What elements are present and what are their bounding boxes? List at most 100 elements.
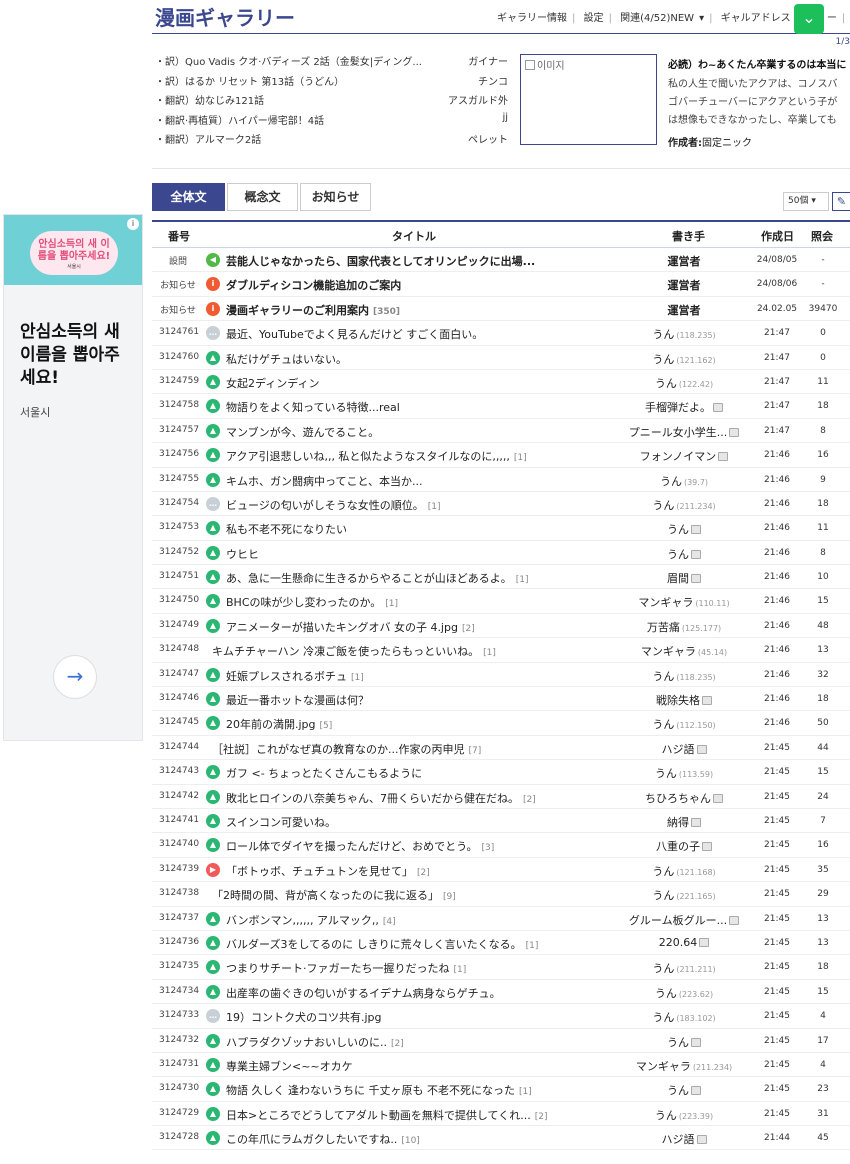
table-row[interactable]: 3124751 ▲ あ、急に一生懸命に生きるからやることが山ほどあるよ。 [1] 眉間 2… — [152, 565, 850, 590]
post-title-text[interactable]: 日本>ところでどうしてアダルト動画を無料で提供してくれ... — [226, 1109, 531, 1122]
post-title-text[interactable]: ガフ <- ちょっとたくさんこもるように — [226, 767, 422, 780]
post-writer[interactable]: うん (221.165) — [596, 887, 772, 903]
table-row[interactable]: 3124730 ▲ 物語 久しく 逢わないうちに 千丈ヶ原も 不老不死になった [1]… — [152, 1077, 850, 1102]
table-row[interactable]: 3124739 ▶ 「ボトゥボ、チュチュトンを見せて」 [2] うん (121.168) 2… — [152, 858, 850, 883]
post-writer[interactable]: グルーム板グルー... — [596, 912, 772, 928]
post-writer[interactable]: うん — [596, 1082, 772, 1098]
ad-title[interactable]: 안심소득의 새 이름을 뽑아주세요! — [20, 321, 132, 390]
recommended-author[interactable]: ガイナー — [468, 53, 508, 68]
writer-name[interactable]: うん — [655, 767, 677, 780]
post-writer[interactable]: マンギャラ (45.14) — [596, 643, 772, 659]
nav-more[interactable]: ー — [827, 13, 837, 24]
table-row[interactable]: 3124747 ▲ 妊娠プレスされるボチュ [1] うん (118.235) 21:46 32 — [152, 663, 850, 688]
table-row[interactable]: 3124754 … ビュージの匂いがしそうな女性の順位。 [1] うん (211.234)… — [152, 492, 850, 517]
post-title[interactable]: 「ボトゥボ、チュチュトンを見せて」 [2] — [226, 863, 430, 879]
table-row[interactable]: 3124744 ［社説］これがなぜ真の教育なのか...作家の丙申児 [7] ハジ語 21… — [152, 736, 850, 761]
writer-name[interactable]: グルーム板グルー... — [629, 914, 727, 927]
writer-name[interactable]: 220.64 — [659, 936, 698, 949]
recommended-item[interactable]: ・翻訳）幼なじみ121話 アスガルド外 — [155, 92, 510, 112]
nav-related[interactable]: 関連(4/52)NEW — [620, 13, 694, 24]
post-title-text[interactable]: バルダーズ3をしてるのに しきりに荒々しく言いたくなる。 — [226, 938, 522, 951]
table-row[interactable]: 3124733… 19）コントク犬のコツ共有.jpg うん (183.102) 21:4… — [152, 1004, 850, 1029]
tab-notice[interactable]: お知らせ — [300, 183, 371, 211]
post-writer[interactable]: うん (39.7) — [596, 473, 772, 489]
comment-count[interactable]: [1] — [514, 453, 527, 463]
writer-name[interactable]: ハジ語 — [662, 743, 695, 756]
post-title[interactable]: 物語りをよく知っている特徴...real — [226, 399, 400, 415]
post-title[interactable]: アクア引退悲しいね,,, 私と似たようなスタイルなのに,,,,, [1] — [226, 448, 527, 464]
post-title-text[interactable]: マンブンが今、遊んでること。 — [226, 426, 379, 439]
post-title-text[interactable]: ハプラダクゾッナおいしいのに.. — [226, 1036, 387, 1049]
post-title-text[interactable]: ロール体でダイヤを撮ったんだけど、おめでとう。 — [226, 840, 477, 853]
writer-name[interactable]: 運営者 — [668, 279, 701, 292]
table-row[interactable]: 3124743 ▲ ガフ <- ちょっとたくさんこもるように うん (113.59) 21… — [152, 760, 850, 785]
table-row[interactable]: 3124759 ▲ 女起2ディンディン うん (122.42) 21:47 11 — [152, 370, 850, 395]
post-title-text[interactable]: あ、急に一生懸命に生きるからやることが山ほどあるよ。 — [226, 572, 512, 585]
post-writer[interactable]: うん (223.62) — [596, 985, 772, 1001]
post-title[interactable]: 出産率の歯ぐきの匂いがするイデナム病身ならゲチュ。 — [226, 985, 501, 1001]
featured-title[interactable]: 必読）わ~あくたん卒業するのは本当に — [668, 56, 850, 71]
post-title-text[interactable]: 芸能人じゃなかったら、国家代表としてオリンピックに出場... — [226, 255, 535, 268]
post-title[interactable]: キムホ、ガン闘病中ってこと、本当か... — [226, 473, 423, 489]
writer-name[interactable]: プニール女小学生... — [629, 426, 728, 439]
comment-count[interactable]: [350] — [373, 307, 400, 317]
post-title[interactable]: ダブルディシコン機能追加のご案内 — [226, 277, 401, 293]
writer-name[interactable]: うん — [652, 718, 674, 731]
post-writer[interactable]: 運営者 — [596, 277, 772, 293]
writer-name[interactable]: うん — [667, 523, 689, 536]
post-title-text[interactable]: 物語 久しく 逢わないうちに 千丈ヶ原も 不老不死になった — [226, 1084, 515, 1097]
writer-name[interactable]: うん — [652, 670, 674, 683]
post-writer[interactable]: ハジ語 — [596, 741, 772, 757]
nav-gallery-address[interactable]: ギャルアドレス — [721, 13, 791, 24]
post-title[interactable]: 最近、YouTubeでよく見るんだけど すごく面白い。 — [226, 326, 483, 342]
writer-name[interactable]: 運営者 — [668, 304, 701, 317]
recommended-title[interactable]: ・翻訳·再植質）ハイパー帰宅部！4話 — [155, 112, 324, 127]
comment-count[interactable]: [2] — [462, 624, 475, 634]
table-row[interactable]: 3124741 ▲ スインコン可愛いね。 納得 21:45 7 — [152, 809, 850, 834]
table-row[interactable]: 3124761 … 最近、YouTubeでよく見るんだけど すごく面白い。 うん (11… — [152, 321, 850, 346]
gallery-title[interactable]: 漫画ギャラリー — [155, 2, 295, 31]
post-title-text[interactable]: 妊娠プレスされるボチュ — [226, 670, 347, 683]
post-writer[interactable]: うん (113.59) — [596, 765, 772, 781]
comment-count[interactable]: [1] — [351, 673, 364, 683]
post-writer[interactable]: 手榴弾だよ。 — [596, 399, 772, 415]
ad-info-icon[interactable]: i — [127, 218, 139, 230]
post-title[interactable]: キムチチャーハン 冷凍ご飯を使ったらもっといいね。 [1] — [212, 643, 496, 659]
comment-count[interactable]: [1] — [454, 965, 467, 975]
writer-name[interactable]: うん — [652, 1011, 674, 1024]
post-title[interactable]: ロール体でダイヤを撮ったんだけど、おめでとう。 [3] — [226, 838, 494, 854]
writer-name[interactable]: うん — [652, 865, 674, 878]
post-title-text[interactable]: スインコン可愛いね。 — [226, 816, 336, 829]
post-writer[interactable]: マンギャラ (110.11) — [596, 594, 772, 610]
post-title[interactable]: 最近一番ホットな漫画は何？ — [226, 692, 369, 708]
post-title[interactable]: ハプラダクゾッナおいしいのに.. [2] — [226, 1034, 404, 1050]
post-title-text[interactable]: アニメーターが描いたキングオバ 女の子 4.jpg — [226, 621, 458, 634]
comment-count[interactable]: [7] — [469, 746, 482, 756]
post-title-text[interactable]: 最近、YouTubeでよく見るんだけど すごく面白い。 — [226, 328, 483, 341]
post-title[interactable]: バルダーズ3をしてるのに しきりに荒々しく言いたくなる。 [1] — [226, 936, 538, 952]
ad-panel[interactable]: 안심소득의 새 이름을 뽑아주세요! 서울시 i 안심소득의 새 이름을 뽑아주… — [3, 214, 143, 741]
recommended-title[interactable]: ・翻訳）幼なじみ121話 — [155, 92, 264, 107]
nav-gallery-info[interactable]: ギャラリー情報 — [497, 13, 567, 24]
post-title[interactable]: BHCの味が少し変わったのか。 [1] — [226, 594, 398, 610]
writer-name[interactable]: 納得 — [667, 816, 689, 829]
post-writer[interactable]: うん (121.168) — [596, 863, 772, 879]
table-row[interactable]: 3124748 キムチチャーハン 冷凍ご飯を使ったらもっといいね。 [1] マンギャラ… — [152, 638, 850, 663]
post-title[interactable]: 私だけゲチュはいない。 — [226, 351, 347, 367]
per-page-select[interactable]: 50個 ▾ — [783, 192, 829, 211]
table-row[interactable]: 3124746 ▲ 最近一番ホットな漫画は何？ 戦除失格 21:46 18 — [152, 687, 850, 712]
table-row[interactable]: 3124738 「2時間の間、背が高くなったのに我に返る」 [9] うん (221.16… — [152, 882, 850, 907]
table-row[interactable]: 3124731 ▲ 専業主婦ブン<~~オカケ マンギャラ (211.234) 21:45 4 — [152, 1053, 850, 1078]
post-writer[interactable]: 眉間 — [596, 570, 772, 586]
featured-post[interactable]: 必読）わ~あくたん卒業するのは本当に 私の人生で聞いたアクアは、コノスバ ゴバー… — [668, 56, 850, 149]
post-writer[interactable]: 納得 — [596, 814, 772, 830]
post-writer[interactable]: うん (118.235) — [596, 668, 772, 684]
post-title[interactable]: 19）コントク犬のコツ共有.jpg — [226, 1009, 382, 1025]
tab-all-posts[interactable]: 全体文 — [152, 183, 225, 211]
post-writer[interactable]: うん (122.42) — [596, 375, 772, 391]
post-writer[interactable]: うん (121.162) — [596, 351, 772, 367]
post-title-text[interactable]: ウヒヒ — [226, 548, 259, 561]
writer-name[interactable]: マンギャラ — [636, 1060, 691, 1073]
post-title[interactable]: この年爪にラムガクしたいですね.. [10] — [226, 1131, 420, 1147]
post-title[interactable]: マンブンが今、遊んでること。 — [226, 424, 379, 440]
